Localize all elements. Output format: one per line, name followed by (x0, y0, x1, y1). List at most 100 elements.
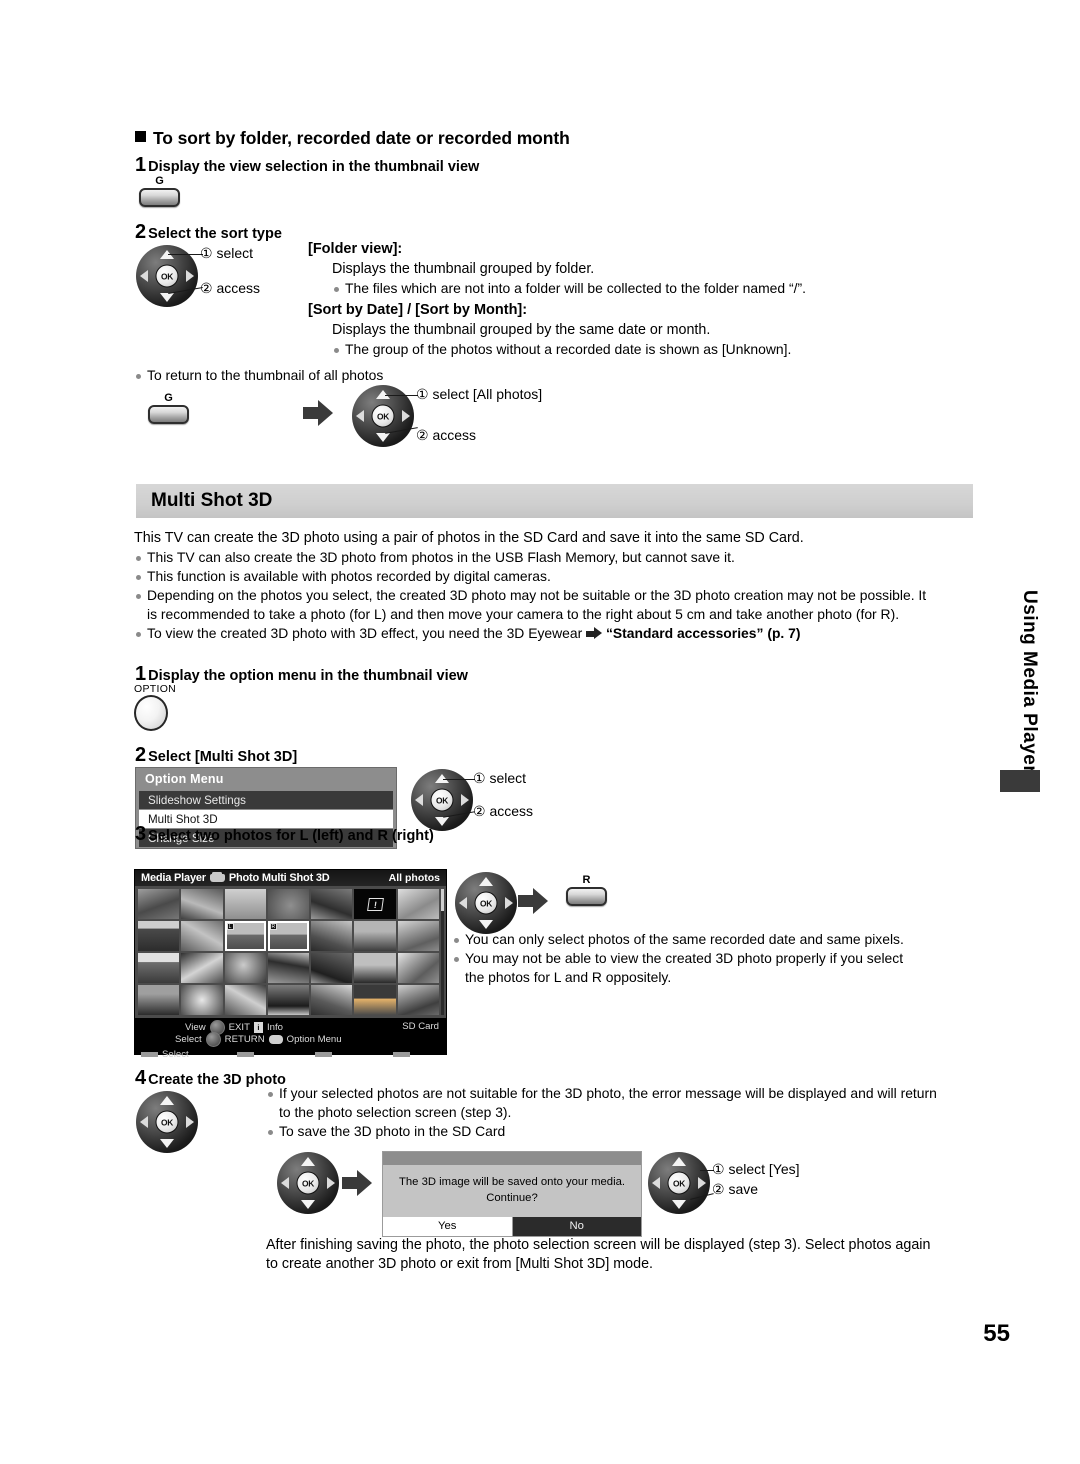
dialog-yes-button[interactable]: Yes (383, 1217, 513, 1236)
grid-scrollbar[interactable] (441, 889, 444, 1015)
color-chip-green[interactable] (236, 1052, 254, 1057)
thumbnail-error[interactable]: ! (354, 889, 396, 919)
thumbnail[interactable] (181, 889, 223, 919)
dialog-no-button[interactable]: No (512, 1217, 641, 1236)
thumbnail-selected-right[interactable]: R (267, 921, 310, 951)
dpad-ok-button[interactable]: OK (371, 404, 395, 428)
dpad-ok-button[interactable]: OK (430, 788, 454, 812)
thumbnail[interactable] (354, 921, 396, 951)
dpad-right-icon[interactable] (461, 794, 469, 806)
dpad-right-icon[interactable] (505, 897, 513, 909)
thumbnail[interactable] (267, 953, 310, 983)
dpad-down-icon[interactable] (301, 1200, 315, 1209)
thumbnail-selected-left[interactable]: L (224, 921, 266, 951)
leader-line (168, 254, 203, 256)
bullet-square-icon (135, 131, 146, 142)
thumbnail[interactable] (138, 985, 180, 1015)
option-button[interactable]: OPTION (134, 683, 176, 731)
dpad-left-icon[interactable] (652, 1177, 660, 1189)
dpad-down-icon[interactable] (435, 817, 449, 826)
g-button-2[interactable]: G (148, 393, 189, 424)
scrollbar-thumb[interactable] (441, 889, 444, 911)
dpad-ok-button[interactable]: OK (667, 1171, 691, 1195)
thumbnail[interactable] (138, 953, 180, 983)
standard-accessories-link[interactable]: “Standard accessories” (p. 7) (606, 625, 801, 641)
media-player-screen[interactable]: Media Player Photo Multi Shot 3D All pho… (134, 869, 447, 1060)
dpad-up-icon[interactable] (160, 1096, 174, 1105)
dpad-select-yes[interactable]: OK (648, 1152, 710, 1214)
dpad-down-icon[interactable] (160, 293, 174, 302)
dpad-right-icon[interactable] (402, 410, 410, 422)
color-chip-yellow[interactable] (314, 1052, 332, 1057)
thumbnail[interactable] (354, 953, 396, 983)
dpad-right-icon[interactable] (186, 1116, 194, 1128)
dpad-left-icon[interactable] (281, 1177, 289, 1189)
dpad-create-3d[interactable]: OK (136, 1091, 198, 1153)
thumbnail[interactable] (181, 953, 223, 983)
dpad-photo-select[interactable]: OK (455, 872, 517, 934)
option-button-key[interactable] (134, 695, 168, 731)
media-player-subtitle: Photo Multi Shot 3D (228, 872, 330, 884)
thumbnail[interactable] (354, 985, 396, 1015)
thumbnail[interactable] (224, 889, 266, 919)
dpad-left-icon[interactable] (459, 897, 467, 909)
bullet-opposite: You may not be able to view the created … (452, 949, 922, 987)
thumbnail[interactable] (224, 985, 266, 1015)
thumbnail-grid[interactable]: ! L R (135, 886, 446, 1018)
thumbnail[interactable] (397, 953, 439, 983)
media-player-title: Media Player (141, 872, 206, 884)
thumbnail[interactable] (224, 953, 266, 983)
dpad-up-icon[interactable] (301, 1157, 315, 1166)
sort-type-descriptions: [Folder view]: Displays the thumbnail gr… (308, 241, 868, 359)
thumbnail[interactable] (181, 921, 223, 951)
thumbnail[interactable] (397, 921, 439, 951)
step-title: Display the option menu in the thumbnail… (148, 668, 468, 684)
option-button-label: OPTION (134, 683, 177, 695)
dpad-down-icon[interactable] (479, 920, 493, 929)
thumbnail[interactable] (397, 985, 439, 1015)
thumbnail[interactable] (138, 889, 180, 919)
r-button[interactable]: R (566, 875, 607, 906)
dpad-right-icon[interactable] (186, 270, 194, 282)
bullet-depending: Depending on the photos you select, the … (134, 586, 934, 624)
dpad-right-icon[interactable] (698, 1177, 706, 1189)
arrow-right-icon (518, 888, 548, 914)
thumbnail[interactable] (267, 889, 310, 919)
dpad-down-icon[interactable] (376, 433, 390, 442)
thumbnail[interactable] (311, 985, 353, 1015)
g-button-key[interactable] (139, 188, 180, 207)
option-menu-item-slideshow-settings[interactable]: Slideshow Settings (139, 791, 393, 809)
color-chip-blue[interactable] (392, 1052, 410, 1057)
thumbnail[interactable] (397, 889, 439, 919)
thumbnail[interactable] (267, 985, 310, 1015)
thumbnail[interactable] (311, 953, 353, 983)
dpad-up-icon[interactable] (479, 877, 493, 886)
dpad-right-icon[interactable] (327, 1177, 335, 1189)
thumbnail[interactable] (138, 921, 180, 951)
dpad-ok-button[interactable]: OK (296, 1171, 320, 1195)
dpad-save-confirm[interactable]: OK (277, 1152, 339, 1214)
sd-card-icon (209, 872, 225, 882)
thumbnail[interactable] (181, 985, 223, 1015)
dpad-ok-button[interactable]: OK (474, 891, 498, 915)
color-chip-red[interactable] (141, 1052, 158, 1057)
option-menu-icon (268, 1035, 283, 1044)
dpad-left-icon[interactable] (140, 1116, 148, 1128)
r-button-key[interactable] (566, 887, 607, 906)
callout-save: ② save (712, 1181, 759, 1197)
dpad-left-icon[interactable] (356, 410, 364, 422)
thumbnail[interactable] (311, 889, 353, 919)
multishot-intro-block: This TV can create the 3D photo using a … (134, 529, 934, 624)
thumbnail[interactable] (311, 921, 353, 951)
g-button-key[interactable] (148, 405, 189, 424)
dpad-left-icon[interactable] (140, 270, 148, 282)
save-confirm-dialog[interactable]: The 3D image will be saved onto your med… (382, 1151, 642, 1237)
dpad-ok-button[interactable]: OK (155, 1110, 179, 1134)
dpad-up-icon[interactable] (672, 1157, 686, 1166)
dpad-ok-button[interactable]: OK (155, 264, 179, 288)
bullet-digital-cameras: This function is available with photos r… (134, 567, 934, 586)
dpad-down-icon[interactable] (160, 1139, 174, 1148)
dpad-left-icon[interactable] (415, 794, 423, 806)
dpad-down-icon[interactable] (672, 1200, 686, 1209)
g-button-1[interactable]: G (139, 176, 180, 207)
